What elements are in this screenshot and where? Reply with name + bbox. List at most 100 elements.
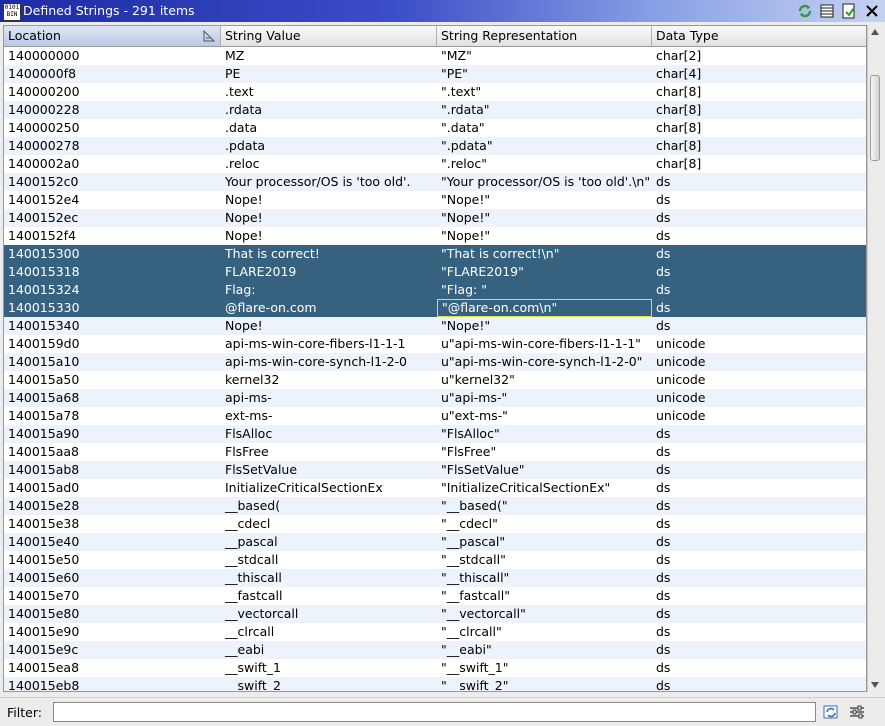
cell-location[interactable]: 140000000 <box>4 47 221 65</box>
cell-string-representation[interactable]: ".data" <box>437 119 652 137</box>
table-row[interactable]: 140015eb8 __swift_2 "__swift_2" ds <box>4 677 866 691</box>
table-row[interactable]: 140015ab8 FlsSetValue "FlsSetValue" ds <box>4 461 866 479</box>
cell-string-value[interactable]: __swift_1 <box>221 659 437 677</box>
table-row[interactable]: 140015aa8 FlsFree "FlsFree" ds <box>4 443 866 461</box>
cell-string-value[interactable]: .text <box>221 83 437 101</box>
cell-string-value[interactable]: api-ms-win-core-synch-l1-2-0 <box>221 353 437 371</box>
cell-data-type[interactable]: ds <box>652 551 866 569</box>
cell-string-value[interactable]: .rdata <box>221 101 437 119</box>
cell-string-representation[interactable]: "__stdcall" <box>437 551 652 569</box>
cell-string-value[interactable]: That is correct! <box>221 245 437 263</box>
cell-data-type[interactable]: ds <box>652 317 866 335</box>
cell-string-representation[interactable]: "MZ" <box>437 47 652 65</box>
cell-string-value[interactable]: api-ms- <box>221 389 437 407</box>
cell-string-representation[interactable]: "__clrcall" <box>437 623 652 641</box>
cell-string-representation[interactable]: "Nope!" <box>437 209 652 227</box>
cell-string-representation[interactable]: "Your processor/OS is 'too old'.\n" <box>437 173 652 191</box>
column-header-data-type[interactable]: Data Type <box>652 26 866 46</box>
cell-string-representation[interactable]: "Nope!" <box>437 191 652 209</box>
cell-location[interactable]: 140015330 <box>4 299 221 317</box>
table-row[interactable]: 140015e80 __vectorcall "__vectorcall" ds <box>4 605 866 623</box>
table-row[interactable]: 140015e70 __fastcall "__fastcall" ds <box>4 587 866 605</box>
table-row[interactable]: 140015318 FLARE2019 "FLARE2019" ds <box>4 263 866 281</box>
table-row[interactable]: 140015a78 ext-ms-u"ext-ms-" unicode <box>4 407 866 425</box>
table-row[interactable]: 140015a10 api-ms-win-core-synch-l1-2-0 u"a… <box>4 353 866 371</box>
cell-location[interactable]: 140015324 <box>4 281 221 299</box>
cell-string-value[interactable]: __cdecl <box>221 515 437 533</box>
cell-string-representation[interactable]: u"api-ms-win-core-synch-l1-2-0" <box>437 353 652 371</box>
table-row[interactable]: 140000200 .text ".text" char[8] <box>4 83 866 101</box>
cell-string-value[interactable]: Flag: <box>221 281 437 299</box>
close-button[interactable] <box>863 2 881 20</box>
cell-data-type[interactable]: char[8] <box>652 101 866 119</box>
cell-string-value[interactable]: .reloc <box>221 155 437 173</box>
cell-string-representation[interactable]: "FLARE2019" <box>437 263 652 281</box>
cell-string-representation[interactable]: u"ext-ms-" <box>437 407 652 425</box>
cell-data-type[interactable]: ds <box>652 461 866 479</box>
filter-input[interactable] <box>53 702 816 722</box>
cell-string-representation[interactable]: "__thiscall" <box>437 569 652 587</box>
cell-string-value[interactable]: .data <box>221 119 437 137</box>
cell-location[interactable]: 140000228 <box>4 101 221 119</box>
table-row[interactable]: 140015e38 __cdecl "__cdecl" ds <box>4 515 866 533</box>
cell-location[interactable]: 140015340 <box>4 317 221 335</box>
cell-data-type[interactable]: ds <box>652 479 866 497</box>
cell-data-type[interactable]: ds <box>652 299 866 317</box>
cell-location[interactable]: 140015a90 <box>4 425 221 443</box>
cell-data-type[interactable]: ds <box>652 191 866 209</box>
table-row[interactable]: 140015340 Nope! "Nope!" ds <box>4 317 866 335</box>
vertical-scrollbar[interactable] <box>867 25 882 692</box>
cell-string-value[interactable]: __clrcall <box>221 623 437 641</box>
column-header-location[interactable]: Location <box>4 26 221 46</box>
cell-location[interactable]: 1400152e4 <box>4 191 221 209</box>
column-header-string-representation[interactable]: String Representation <box>437 26 652 46</box>
cell-data-type[interactable]: char[8] <box>652 137 866 155</box>
cell-string-representation[interactable]: ".pdata" <box>437 137 652 155</box>
cell-string-representation[interactable]: "FlsSetValue" <box>437 461 652 479</box>
cell-location[interactable]: 140015a78 <box>4 407 221 425</box>
table-row[interactable]: 140015e28 __based("__based(" ds <box>4 497 866 515</box>
cell-location[interactable]: 140015e70 <box>4 587 221 605</box>
cell-string-representation[interactable]: "PE" <box>437 65 652 83</box>
cell-string-value[interactable]: kernel32 <box>221 371 437 389</box>
cell-string-value[interactable]: Nope! <box>221 227 437 245</box>
cell-data-type[interactable]: ds <box>652 497 866 515</box>
cell-string-representation[interactable]: "FlsFree" <box>437 443 652 461</box>
table-row[interactable]: 140000250 .data ".data" char[8] <box>4 119 866 137</box>
scrollbar-thumb[interactable] <box>870 75 880 161</box>
cell-location[interactable]: 140015e60 <box>4 569 221 587</box>
cell-location[interactable]: 140015a50 <box>4 371 221 389</box>
cell-string-value[interactable]: InitializeCriticalSectionEx <box>221 479 437 497</box>
table-row[interactable]: 140000228 .rdata ".rdata" char[8] <box>4 101 866 119</box>
table-row[interactable]: 1400002a0 .reloc ".reloc" char[8] <box>4 155 866 173</box>
cell-data-type[interactable]: ds <box>652 605 866 623</box>
table-row[interactable]: 140015a90 FlsAlloc "FlsAlloc" ds <box>4 425 866 443</box>
cell-string-value[interactable]: api-ms-win-core-fibers-l1-1-1 <box>221 335 437 353</box>
cell-location[interactable]: 140015e90 <box>4 623 221 641</box>
cell-location[interactable]: 140015ea8 <box>4 659 221 677</box>
cell-data-type[interactable]: unicode <box>652 371 866 389</box>
table-row[interactable]: 1400152ec Nope! "Nope!" ds <box>4 209 866 227</box>
cell-string-value[interactable]: __eabi <box>221 641 437 659</box>
cell-string-representation[interactable]: "__swift_1" <box>437 659 652 677</box>
cell-data-type[interactable]: ds <box>652 443 866 461</box>
cell-data-type[interactable]: ds <box>652 173 866 191</box>
table-row[interactable]: 140015ea8 __swift_1 "__swift_1" ds <box>4 659 866 677</box>
cell-string-value[interactable]: __swift_2 <box>221 677 437 691</box>
cell-string-representation[interactable]: "That is correct!\n" <box>437 245 652 263</box>
cell-data-type[interactable]: ds <box>652 659 866 677</box>
column-header-string-value[interactable]: String Value <box>221 26 437 46</box>
cell-data-type[interactable]: ds <box>652 641 866 659</box>
cell-string-representation[interactable]: "__vectorcall" <box>437 605 652 623</box>
cell-string-value[interactable]: MZ <box>221 47 437 65</box>
cell-data-type[interactable]: ds <box>652 677 866 691</box>
cell-string-representation[interactable]: "__based(" <box>437 497 652 515</box>
table-row[interactable]: 1400159d0 api-ms-win-core-fibers-l1-1-1 u"… <box>4 335 866 353</box>
cell-data-type[interactable]: unicode <box>652 389 866 407</box>
cell-data-type[interactable]: ds <box>652 209 866 227</box>
cell-string-representation[interactable]: "__swift_2" <box>437 677 652 691</box>
cell-string-value[interactable]: FlsFree <box>221 443 437 461</box>
cell-data-type[interactable]: ds <box>652 569 866 587</box>
scroll-down-button[interactable] <box>868 678 882 692</box>
cell-data-type[interactable]: ds <box>652 623 866 641</box>
